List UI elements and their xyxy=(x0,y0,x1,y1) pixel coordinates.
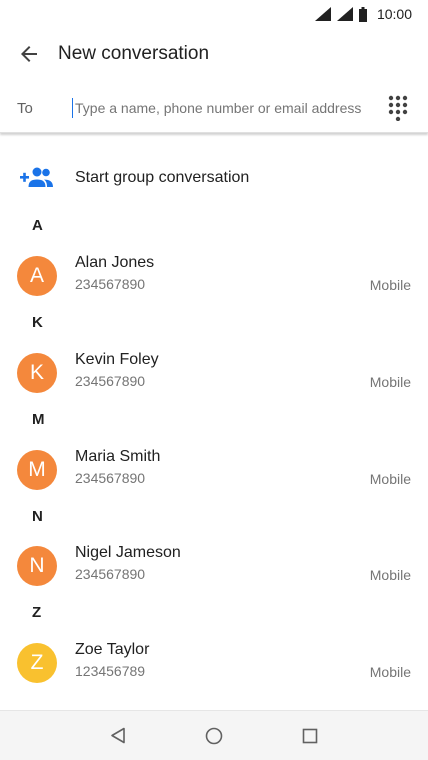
to-label: To xyxy=(17,99,33,117)
group-add-icon xyxy=(20,167,53,187)
section-header: M xyxy=(32,411,45,428)
avatar: N xyxy=(17,546,57,586)
avatar: Z xyxy=(17,643,57,683)
start-group-label: Start group conversation xyxy=(75,169,250,186)
avatar: M xyxy=(17,450,57,490)
contact-number: 234567890 xyxy=(75,373,146,389)
signal-icon xyxy=(336,7,353,21)
contact-number: 234567890 xyxy=(75,276,146,292)
section-header: K xyxy=(32,314,43,331)
contact-number-type: Mobile xyxy=(369,567,411,583)
contact-number-type: Mobile xyxy=(369,277,411,293)
contact-number: 234567890 xyxy=(75,566,146,582)
contact-number: 123456789 xyxy=(75,663,146,679)
contact-number-type: Mobile xyxy=(369,471,411,487)
recipient-input[interactable] xyxy=(72,98,375,118)
section-header: N xyxy=(32,508,43,525)
battery-icon xyxy=(358,6,367,22)
nav-home-button[interactable] xyxy=(202,724,226,748)
contact-number: 234567890 xyxy=(75,470,146,486)
contact-name: Kevin Foley xyxy=(75,351,159,368)
recipient-row: To xyxy=(0,84,428,133)
nav-recents-icon xyxy=(302,728,318,743)
contact-item[interactable]: K Kevin Foley 234567890 Mobile xyxy=(0,347,428,403)
status-bar: 10:00 xyxy=(0,0,428,28)
contact-name: Alan Jones xyxy=(75,254,155,271)
nav-home-icon xyxy=(205,727,223,744)
avatar: A xyxy=(17,256,57,296)
contact-name: Zoe Taylor xyxy=(75,641,150,658)
nav-back-button[interactable] xyxy=(106,724,130,748)
contact-name: Maria Smith xyxy=(75,448,161,465)
contact-item[interactable]: A Alan Jones 234567890 Mobile xyxy=(0,250,428,306)
dialpad-icon[interactable] xyxy=(388,95,408,121)
page-title: New conversation xyxy=(58,43,210,64)
contact-item[interactable]: Z Zoe Taylor 123456789 Mobile xyxy=(0,637,428,693)
avatar: K xyxy=(17,353,57,393)
contact-number-type: Mobile xyxy=(369,664,411,680)
nav-back-icon xyxy=(111,727,125,744)
app-bar: New conversation xyxy=(0,28,428,80)
section-header: Z xyxy=(32,604,42,621)
new-conversation-screen: 10:00 New conversation To Type a name, p… xyxy=(0,0,428,760)
contact-number-type: Mobile xyxy=(369,374,411,390)
contact-item[interactable]: N Nigel Jameson 234567890 Mobile xyxy=(0,540,428,596)
clock: 10:00 xyxy=(376,6,412,22)
arrow-back-icon[interactable] xyxy=(17,42,41,66)
section-header: A xyxy=(32,217,43,234)
nav-recents-button[interactable] xyxy=(298,724,322,748)
system-nav-bar xyxy=(0,710,428,760)
contact-name: Nigel Jameson xyxy=(75,544,181,561)
signal-icon xyxy=(314,7,331,21)
start-group-conversation-button[interactable]: Start group conversation xyxy=(0,158,428,198)
contact-item[interactable]: M Maria Smith 234567890 Mobile xyxy=(0,444,428,500)
